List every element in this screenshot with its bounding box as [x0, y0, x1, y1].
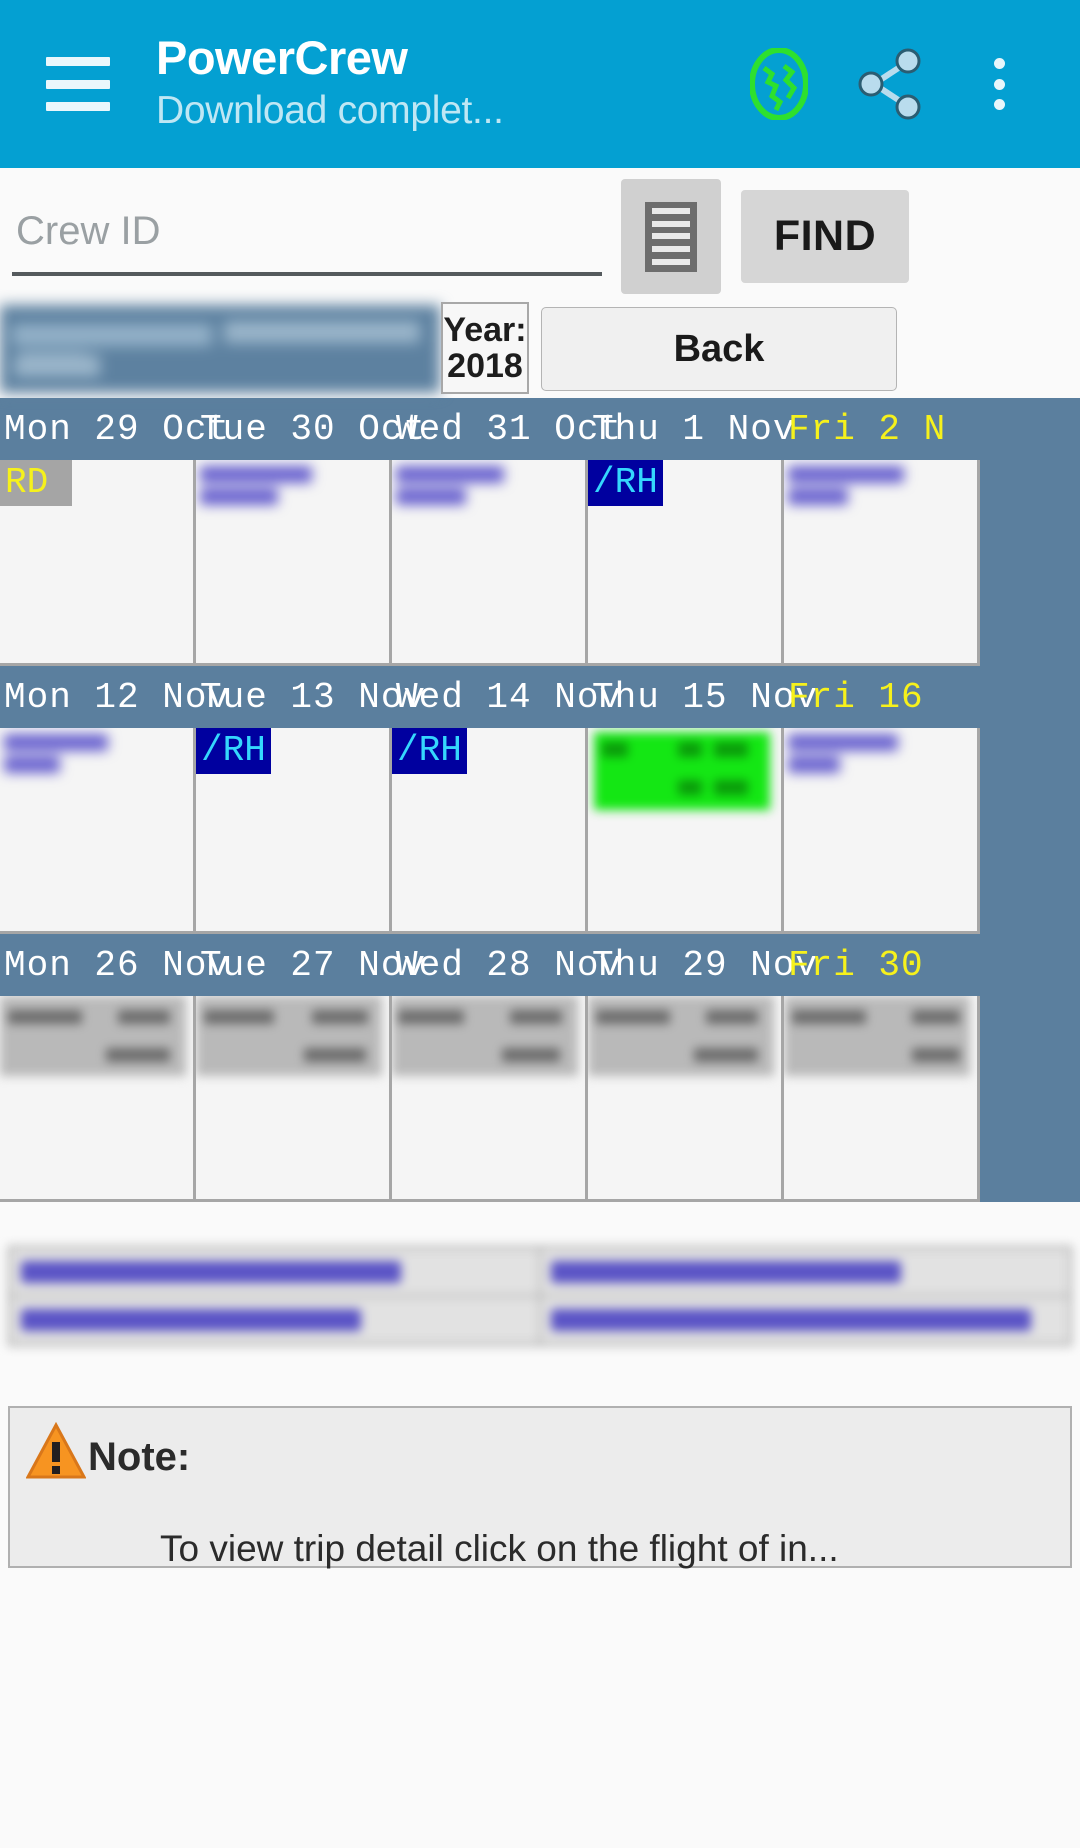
calendar-cell[interactable] [784, 728, 980, 934]
link-grid[interactable] [8, 1246, 1072, 1346]
app-screen: PowerCrew Download complet... Crew ID FI… [0, 0, 1080, 1848]
redacted-trip-block [788, 466, 908, 506]
note-box: Note: To view trip detail click on the f… [8, 1406, 1072, 1569]
duty-badge: /RH [392, 728, 467, 774]
redacted-trip-block [788, 734, 908, 774]
year-label: Year: [443, 310, 527, 349]
find-button[interactable]: FIND [741, 190, 909, 283]
day-header: Fri 16 [788, 676, 924, 718]
calendar-cell[interactable] [196, 996, 392, 1202]
duty-badge: RD [0, 460, 72, 506]
share-button[interactable] [834, 29, 944, 139]
redacted-trip-block [200, 466, 320, 506]
link-cell[interactable] [10, 1296, 540, 1344]
calendar-cell[interactable]: /RH [392, 728, 588, 934]
note-label: Note: [88, 1435, 191, 1479]
calendar-cell-row [0, 996, 1080, 1202]
crew-name-banner [0, 305, 440, 393]
calendar-cell-row: RD /RH [0, 460, 1080, 666]
calendar-week-header: Mon 26 Nov Tue 27 Nov Wed 28 Nov Thu 29 … [0, 934, 1080, 996]
redacted-trip-block-gray [588, 996, 774, 1076]
globe-button[interactable] [724, 29, 834, 139]
warning-triangle-icon [26, 1422, 86, 1479]
redacted-trip-block-gray [784, 996, 970, 1076]
app-title-block: PowerCrew Download complet... [156, 31, 504, 135]
globe-icon [750, 48, 808, 120]
day-header: Tue 27 Nov [200, 944, 427, 986]
day-header: Wed 14 Nov [396, 676, 623, 718]
info-row: Year: 2018 Back [0, 298, 1080, 398]
day-header: Thu 29 Nov [592, 944, 819, 986]
day-header: Thu 15 Nov [592, 676, 819, 718]
calendar-cell[interactable] [588, 996, 784, 1202]
redacted-trip-block [4, 734, 124, 774]
day-header: Fri 2 N [788, 408, 947, 450]
calendar-cell[interactable] [784, 996, 980, 1202]
app-bar-actions [724, 29, 1054, 139]
duty-badge: /RH [196, 728, 271, 774]
redacted-trip-block-gray [0, 996, 186, 1076]
calendar-week-header: Mon 12 Nov Tue 13 Nov Wed 14 Nov Thu 15 … [0, 666, 1080, 728]
share-icon [858, 48, 921, 120]
app-subtitle: Download complet... [156, 88, 504, 132]
calendar-cell-row: /RH /RH [0, 728, 1080, 934]
redacted-trip-block-gray [196, 996, 382, 1076]
calendar-cell[interactable]: /RH [588, 460, 784, 666]
calendar-cell[interactable] [0, 728, 196, 934]
calendar-cell[interactable] [392, 460, 588, 666]
note-body: To view trip detail click on the flight … [160, 1528, 839, 1569]
page-title: PowerCrew [156, 31, 408, 85]
link-cell[interactable] [10, 1248, 540, 1296]
day-header: Mon 29 Oct [4, 408, 231, 450]
calendar-cell[interactable]: /RH [196, 728, 392, 934]
day-header: Thu 1 Nov [592, 408, 796, 450]
calendar-cell[interactable] [784, 460, 980, 666]
kebab-menu-icon [993, 58, 1005, 110]
redacted-trip-block [396, 466, 516, 506]
crew-id-input[interactable] [12, 190, 602, 276]
app-bar: PowerCrew Download complet... [0, 0, 1080, 168]
calendar-cell[interactable] [588, 728, 784, 934]
back-button[interactable]: Back [541, 307, 897, 391]
day-header: Fri 30 [788, 944, 924, 986]
search-row: FIND [0, 168, 1080, 298]
note-header: Note: [26, 1422, 1070, 1480]
duty-badge: /RH [588, 460, 663, 506]
hamburger-menu-icon[interactable] [46, 57, 110, 111]
calendar-cell[interactable] [196, 460, 392, 666]
redacted-trip-block-green [594, 732, 770, 810]
calendar-cell[interactable]: RD [0, 460, 196, 666]
calendar-week-header: Mon 29 Oct Tue 30 Oct Wed 31 Oct Thu 1 N… [0, 398, 1080, 460]
overflow-menu-button[interactable] [944, 29, 1054, 139]
day-header: Mon 12 Nov [4, 676, 231, 718]
day-header: Wed 28 Nov [396, 944, 623, 986]
content-spacer [0, 1202, 1080, 1246]
content-spacer-2 [0, 1346, 1080, 1406]
calendar[interactable]: Mon 29 Oct Tue 30 Oct Wed 31 Oct Thu 1 N… [0, 398, 1080, 1202]
calendar-cell[interactable] [0, 996, 196, 1202]
year-value: 2018 [447, 347, 523, 385]
document-list-icon [645, 201, 697, 272]
link-cell[interactable] [540, 1248, 1070, 1296]
day-header: Tue 30 Oct [200, 408, 427, 450]
document-button[interactable] [621, 179, 721, 294]
year-box: Year: 2018 [441, 302, 529, 394]
day-header: Wed 31 Oct [396, 408, 623, 450]
day-header: Mon 26 Nov [4, 944, 231, 986]
redacted-trip-block-gray [392, 996, 578, 1076]
calendar-cell[interactable] [392, 996, 588, 1202]
day-header: Tue 13 Nov [200, 676, 427, 718]
link-cell[interactable] [540, 1296, 1070, 1344]
